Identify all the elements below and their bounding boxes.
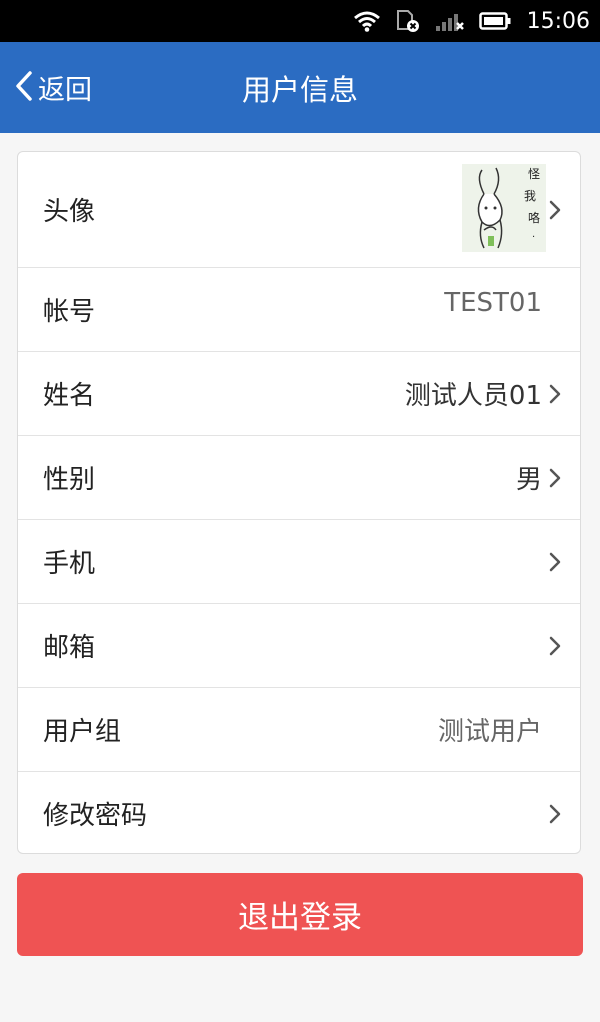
row-label: 邮箱 (43, 633, 96, 663)
profile-card: 头像 怪 我 咯 · 帐号 TEST01 姓名 测试人员01 性别 男 手机 邮… (17, 151, 581, 854)
row-user-group: 用户组 测试用户 (18, 688, 580, 772)
row-gender[interactable]: 性别 男 (18, 436, 580, 520)
row-change-password[interactable]: 修改密码 (18, 772, 580, 853)
user-group-value: 测试用户 (437, 717, 542, 747)
row-email[interactable]: 邮箱 (18, 604, 580, 688)
row-account: 帐号 TEST01 (18, 268, 580, 352)
avatar-char: 咯 (528, 210, 540, 225)
sim-disabled-icon (395, 9, 421, 33)
chevron-right-icon (548, 200, 562, 220)
gender-value: 男 (515, 465, 542, 495)
row-label: 用户组 (43, 717, 122, 747)
account-value: TEST01 (444, 288, 542, 318)
row-label: 头像 (43, 197, 96, 227)
back-label: 返回 (38, 75, 92, 106)
avatar-char: 怪 (528, 167, 540, 181)
chevron-right-icon (548, 552, 562, 572)
signal-off-icon (435, 10, 465, 32)
row-label: 性别 (43, 465, 96, 495)
chevron-right-icon (548, 804, 562, 824)
name-value: 测试人员01 (404, 381, 542, 411)
battery-icon (478, 11, 511, 31)
header-bar: 返回 用户信息 (0, 42, 600, 133)
wifi-icon (353, 10, 381, 32)
row-label: 修改密码 (43, 801, 148, 831)
row-label: 姓名 (43, 381, 96, 411)
row-avatar[interactable]: 头像 怪 我 咯 · (18, 152, 580, 268)
logout-button[interactable]: 退出登录 (17, 873, 583, 956)
row-label: 手机 (43, 549, 96, 579)
status-bar: 15:06 (0, 0, 600, 42)
avatar-char: · (532, 232, 535, 243)
back-button[interactable]: 返回 (14, 42, 92, 133)
chevron-right-icon (548, 468, 562, 488)
avatar-char: 我 (524, 189, 536, 203)
status-time: 15:06 (526, 8, 590, 34)
chevron-right-icon (548, 384, 562, 404)
row-label: 帐号 (43, 297, 96, 327)
row-phone[interactable]: 手机 (18, 520, 580, 604)
row-name[interactable]: 姓名 测试人员01 (18, 352, 580, 436)
chevron-left-icon (14, 70, 34, 106)
chevron-right-icon (548, 636, 562, 656)
avatar: 怪 我 咯 · (462, 164, 546, 252)
status-icons: 15:06 (353, 0, 590, 42)
